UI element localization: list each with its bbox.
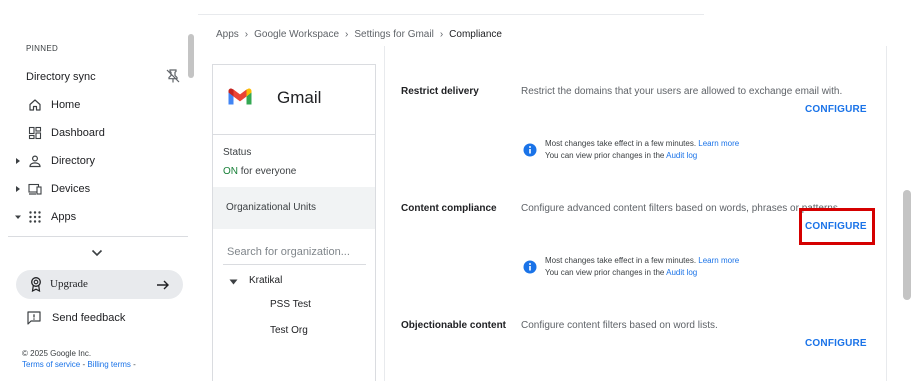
nav-item-label: Apps: [51, 211, 77, 223]
copyright-text: © 2025 Google Inc.: [22, 349, 92, 358]
nav-item-devices[interactable]: Devices: [0, 179, 188, 201]
org-units-header: Organizational Units: [213, 187, 375, 229]
learn-more-link[interactable]: Learn more: [698, 256, 739, 265]
breadcrumb-separator: ›: [244, 29, 249, 40]
audit-log-link[interactable]: Audit log: [666, 268, 697, 277]
pinned-item-directory-sync[interactable]: Directory sync: [26, 68, 186, 86]
nav-item-home[interactable]: Home: [0, 95, 188, 117]
configure-button-restrict-delivery[interactable]: CONFIGURE: [805, 104, 875, 115]
legal-separator: -: [130, 360, 136, 369]
card-divider: [213, 134, 375, 135]
nav-item-label: Devices: [51, 183, 91, 195]
setting-description: Configure content filters based on word …: [521, 320, 718, 331]
left-navigation: PINNED Directory sync Home Dashboard Dir…: [0, 0, 198, 381]
pinned-section-label: PINNED: [26, 44, 59, 53]
chevron-down-icon[interactable]: [90, 246, 104, 258]
org-tree-root-label: Kratikal: [249, 275, 283, 286]
nav-item-dashboard[interactable]: Dashboard: [0, 123, 188, 145]
setting-title-restrict-delivery: Restrict delivery: [401, 86, 479, 97]
person-icon: [28, 154, 42, 168]
org-tree-child-item[interactable]: Test Org: [270, 325, 308, 336]
breadcrumb-separator: ›: [345, 29, 349, 40]
send-feedback-link[interactable]: Send feedback: [26, 310, 176, 328]
admin-console: PINNED Directory sync Home Dashboard Dir…: [0, 0, 921, 381]
note-text: You can view prior changes in the: [545, 151, 665, 160]
status-on-badge: ON: [223, 166, 238, 177]
note-line-1: Most changes take effect in a few minute…: [545, 256, 739, 265]
award-icon: [28, 276, 44, 293]
app-name: Gmail: [277, 88, 322, 107]
search-underline: [223, 264, 366, 265]
collapse-arrow-icon[interactable]: [14, 212, 22, 222]
status-scope: for everyone: [238, 166, 297, 177]
setting-description: Configure advanced content filters based…: [521, 203, 841, 214]
breadcrumb-current: Compliance: [449, 29, 502, 40]
setting-description: Restrict the domains that your users are…: [521, 86, 843, 97]
apps-grid-icon: [28, 210, 42, 224]
arrow-right-icon: [156, 278, 170, 290]
info-icon: [523, 143, 537, 157]
learn-more-link[interactable]: Learn more: [698, 139, 739, 148]
gmail-logo-icon: [227, 87, 253, 107]
note-line-2: You can view prior changes in the Audit …: [545, 151, 697, 160]
note-line-2: You can view prior changes in the Audit …: [545, 268, 697, 277]
nav-divider: [8, 236, 188, 237]
upgrade-button[interactable]: Upgrade: [16, 270, 183, 299]
upgrade-label: Upgrade: [50, 278, 88, 290]
nav-item-label: Dashboard: [51, 127, 105, 139]
dashboard-icon: [28, 126, 42, 140]
breadcrumb-apps[interactable]: Apps: [216, 29, 239, 40]
nav-item-label: Home: [51, 99, 81, 111]
app-info-card: Gmail Status ON for everyone Organizatio…: [212, 64, 376, 381]
terms-of-service-link[interactable]: Terms of service: [22, 360, 80, 369]
header-divider: [198, 14, 704, 15]
info-icon: [523, 260, 537, 274]
highlight-box: [799, 208, 875, 245]
changes-info-note: Most changes take effect in a few minute…: [521, 138, 821, 166]
nav-item-label: Directory: [51, 155, 96, 167]
unpin-icon[interactable]: [165, 68, 181, 84]
breadcrumb-settings-for-gmail[interactable]: Settings for Gmail: [354, 29, 433, 40]
status-value: ON for everyone: [223, 166, 296, 177]
left-nav-scrollbar[interactable]: [188, 34, 194, 78]
nav-item-apps[interactable]: Apps: [0, 207, 188, 229]
compliance-settings-panel: Restrict delivery Restrict the domains t…: [384, 46, 887, 381]
main-scrollbar[interactable]: [903, 190, 911, 300]
devices-icon: [28, 182, 42, 196]
changes-info-note: Most changes take effect in a few minute…: [521, 255, 821, 283]
setting-title-objectionable-content: Objectionable content: [401, 320, 507, 331]
note-text: Most changes take effect in a few minute…: [545, 256, 697, 265]
breadcrumb-google-workspace[interactable]: Google Workspace: [254, 29, 339, 40]
feedback-icon: [26, 310, 42, 326]
org-tree-root-item[interactable]: Kratikal: [229, 273, 349, 289]
expand-arrow-icon[interactable]: [14, 184, 22, 194]
directory-sync-label: Directory sync: [26, 71, 96, 83]
send-feedback-label: Send feedback: [52, 312, 126, 324]
nav-item-directory[interactable]: Directory: [0, 151, 188, 173]
note-text: Most changes take effect in a few minute…: [545, 139, 697, 148]
billing-terms-link[interactable]: Billing terms: [87, 360, 131, 369]
audit-log-link[interactable]: Audit log: [666, 151, 697, 160]
org-units-title: Organizational Units: [226, 202, 317, 213]
expand-arrow-icon[interactable]: [14, 156, 22, 166]
note-line-1: Most changes take effect in a few minute…: [545, 139, 739, 148]
caret-down-icon[interactable]: [229, 277, 238, 285]
configure-button-objectionable-content[interactable]: CONFIGURE: [805, 338, 875, 349]
legal-links: Terms of service - Billing terms -: [22, 360, 136, 369]
org-tree-child-item[interactable]: PSS Test: [270, 299, 311, 310]
setting-title-content-compliance: Content compliance: [401, 203, 497, 214]
breadcrumb-separator: ›: [439, 29, 444, 40]
home-icon: [28, 98, 42, 112]
note-text: You can view prior changes in the: [545, 268, 665, 277]
org-unit-search-input[interactable]: [227, 243, 367, 261]
breadcrumb: Apps › Google Workspace › Settings for Gmail…: [216, 29, 502, 40]
status-label: Status: [223, 147, 252, 158]
